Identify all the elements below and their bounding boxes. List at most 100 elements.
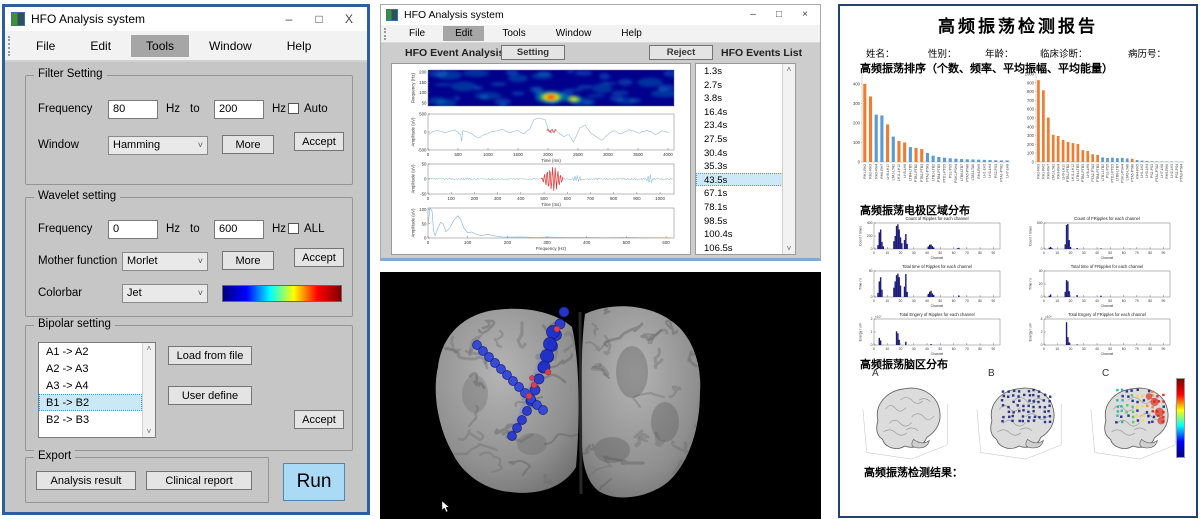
svg-text:90: 90 (1161, 299, 1165, 303)
maximize-button[interactable]: □ (769, 5, 789, 25)
event-item[interactable]: 23.4s (696, 118, 783, 132)
svg-text:Frequency (Hz): Frequency (Hz) (411, 72, 416, 103)
event-item[interactable]: 100.4s (696, 227, 783, 241)
svg-text:LTB6-LTB7: LTB6-LTB7 (1116, 164, 1120, 181)
run-button[interactable]: Run (283, 463, 345, 501)
bipolar-list-item[interactable]: A2 -> A3 (39, 360, 142, 377)
clinical-report-button[interactable]: Clinical report (146, 471, 252, 490)
scroll-down-icon[interactable]: ˅ (147, 427, 152, 436)
bipolar-listbox[interactable]: A1 -> A2A2 -> A3A3 -> A4B1 -> B2B2 -> B3… (38, 342, 156, 438)
event-item[interactable]: 27.5s (696, 132, 783, 146)
bipolar-accept-button[interactable]: Accept (294, 410, 344, 429)
close-button[interactable]: × (795, 5, 815, 25)
event-item[interactable]: 3.8s (696, 91, 783, 105)
svg-text:0: 0 (873, 251, 875, 255)
menu-item-file[interactable]: File (21, 35, 70, 57)
menu-item-file[interactable]: File (397, 26, 437, 41)
svg-text:1: 1 (871, 330, 873, 334)
svg-text:0: 0 (1043, 251, 1045, 255)
menu-item-tools[interactable]: Tools (490, 26, 537, 41)
mother-function-combobox[interactable]: Morlet ˅ (122, 252, 208, 271)
listbox-scrollbar[interactable]: ˄ ˅ (142, 343, 155, 437)
svg-text:600: 600 (564, 196, 572, 201)
wavelet-freq-from-input[interactable]: 0 (108, 220, 158, 239)
svg-text:40: 40 (925, 347, 929, 351)
event-item[interactable]: 106.5s (696, 241, 783, 255)
titlebar[interactable]: HFO Analysis system – □ × (381, 5, 820, 25)
bipolar-list-item[interactable]: B1 -> B2 (39, 394, 142, 411)
setting-button[interactable]: Setting (501, 45, 565, 60)
brain-3d-view[interactable] (380, 272, 821, 519)
bipolar-list-item[interactable]: A3 -> A4 (39, 377, 142, 394)
titlebar[interactable]: HFO Analysis system – □ X (5, 7, 367, 31)
menu-item-edit[interactable]: Edit (443, 26, 484, 41)
chevron-down-icon: ˅ (198, 137, 203, 154)
frequency-label: Frequency (38, 103, 92, 115)
svg-text:LH3-LH4: LH3-LH4 (1145, 164, 1149, 178)
scroll-up-icon[interactable]: ˄ (147, 344, 152, 353)
svg-text:0: 0 (858, 160, 861, 165)
events-scrollbar[interactable]: ˄ ˅ (782, 64, 795, 254)
filter-more-button[interactable]: More (222, 135, 274, 154)
menu-item-window[interactable]: Window (544, 26, 604, 41)
event-item[interactable]: 78.1s (696, 200, 783, 214)
menu-item-edit[interactable]: Edit (75, 35, 126, 57)
colorbar-combobox[interactable]: Jet ˅ (122, 284, 208, 303)
jet-colorbar-preview (222, 285, 342, 302)
bipolar-list-item[interactable]: B2 -> B3 (39, 411, 142, 428)
svg-text:PSH1-PSH4: PSH1-PSH4 (1121, 164, 1125, 183)
gripper-icon (384, 28, 389, 40)
event-item[interactable]: 35.3s (696, 159, 783, 173)
maximize-button[interactable]: □ (307, 7, 331, 31)
svg-text:50: 50 (1108, 251, 1112, 255)
svg-text:LH3-LH4: LH3-LH4 (988, 164, 992, 178)
svg-text:60: 60 (952, 347, 956, 351)
svg-text:Time / s: Time / s (859, 278, 863, 290)
svg-text:500: 500 (419, 112, 427, 117)
hist-ripple-count: 02004000102030405060708090ChannelCount /… (854, 214, 1010, 264)
event-item[interactable]: 1.3s (696, 64, 783, 78)
event-item[interactable]: 30.4s (696, 146, 783, 160)
event-item[interactable]: 168.4s (696, 254, 783, 255)
wavelet-freq-to-input[interactable]: 600 (214, 220, 264, 239)
svg-text:10: 10 (1055, 347, 1059, 351)
svg-text:400: 400 (1027, 124, 1035, 129)
load-from-file-button[interactable]: Load from file (168, 346, 252, 365)
svg-text:70: 70 (965, 347, 969, 351)
event-item[interactable]: 43.5s (696, 173, 783, 187)
wavelet-accept-button[interactable]: Accept (294, 248, 344, 267)
event-item[interactable]: 16.4s (696, 105, 783, 119)
event-item[interactable]: 2.7s (696, 78, 783, 92)
scroll-down-icon[interactable]: ˅ (787, 244, 792, 253)
wavelet-more-button[interactable]: More (222, 251, 274, 270)
minimize-button[interactable]: – (743, 5, 763, 25)
filter-freq-to-input[interactable]: 200 (214, 100, 264, 119)
chevron-down-icon: ˅ (198, 253, 203, 270)
close-button[interactable]: X (337, 7, 361, 31)
menu-item-help[interactable]: Help (272, 35, 327, 57)
hfo-events-listbox[interactable]: 1.3s2.7s3.8s16.4s23.4s27.5s30.4s35.3s43.… (695, 63, 796, 255)
svg-text:30: 30 (1082, 299, 1086, 303)
menu-item-tools[interactable]: Tools (131, 35, 189, 57)
window-combobox[interactable]: Hamming ˅ (108, 136, 208, 155)
auto-checkbox[interactable] (288, 103, 299, 114)
event-item[interactable]: 67.1s (696, 186, 783, 200)
bipolar-list-item[interactable]: A1 -> A2 (39, 343, 142, 360)
all-checkbox[interactable] (288, 223, 299, 234)
svg-text:LH11-LH12: LH11-LH12 (897, 164, 901, 181)
svg-text:-500: -500 (418, 148, 427, 153)
minimize-button[interactable]: – (277, 7, 301, 31)
analysis-result-button[interactable]: Analysis result (36, 471, 136, 490)
filter-freq-from-input[interactable]: 80 (108, 100, 158, 119)
filter-accept-button[interactable]: Accept (294, 132, 344, 151)
menu-item-window[interactable]: Window (194, 35, 267, 57)
svg-text:50: 50 (422, 100, 427, 105)
scroll-up-icon[interactable]: ˄ (787, 65, 792, 74)
event-item[interactable]: 98.5s (696, 214, 783, 228)
reject-button[interactable]: Reject (649, 45, 713, 60)
menu-item-help[interactable]: Help (609, 26, 654, 41)
menubar: File Edit Tools Window Help (381, 25, 820, 43)
field-name: 姓名： (866, 46, 895, 60)
svg-text:300: 300 (1027, 133, 1035, 138)
user-define-button[interactable]: User define (168, 386, 252, 405)
